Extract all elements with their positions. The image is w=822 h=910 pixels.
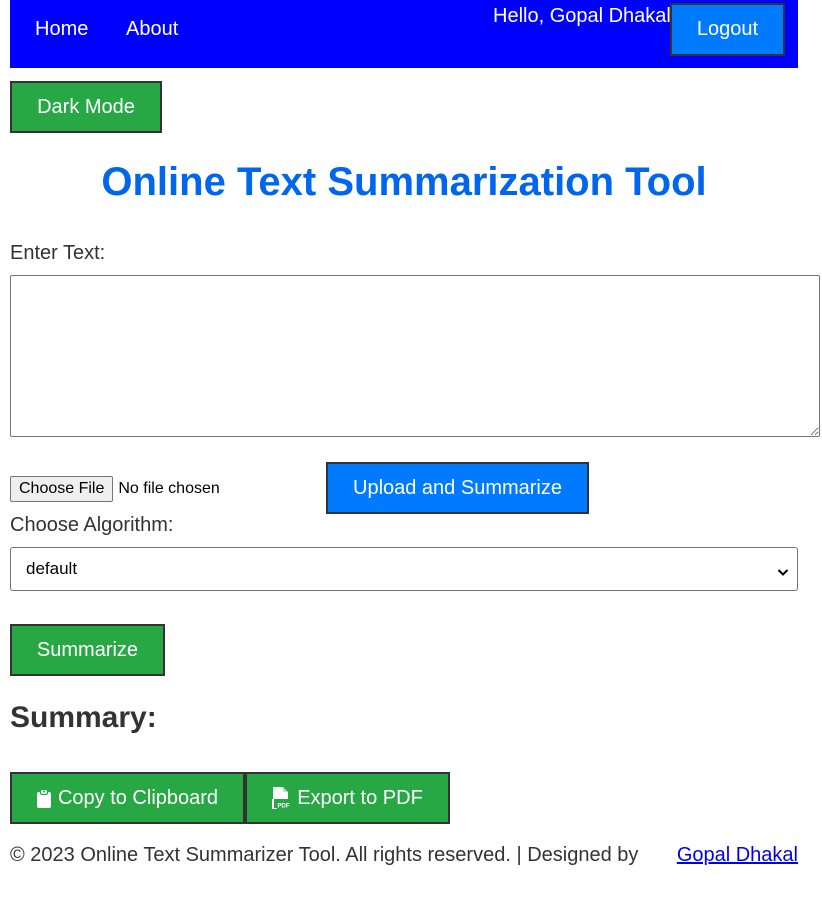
- summary-heading: Summary:: [10, 701, 157, 734]
- summarize-button[interactable]: Summarize: [10, 624, 165, 676]
- choose-file-button[interactable]: Choose File: [10, 476, 114, 502]
- copy-button-label: Copy to Clipboard: [57, 786, 219, 809]
- copy-to-clipboard-button[interactable]: Copy to Clipboard: [10, 772, 245, 824]
- file-pdf-icon: PDF: [272, 787, 290, 809]
- algorithm-selected-value: default: [26, 559, 78, 578]
- upload-summarize-button[interactable]: Upload and Summarize: [326, 462, 589, 514]
- nav-home-link[interactable]: Home: [35, 18, 88, 40]
- nav-about-link[interactable]: About: [126, 18, 178, 40]
- algorithm-select[interactable]: default: [10, 547, 798, 591]
- designer-link[interactable]: Gopal Dhakal: [677, 844, 798, 866]
- clipboard-icon: [36, 788, 51, 808]
- dark-mode-button[interactable]: Dark Mode: [10, 81, 162, 133]
- page: Home About Hello, Gopal Dhakal Logout Da…: [0, 0, 822, 910]
- footer: © 2023 Online Text Summarizer Tool. All …: [10, 844, 798, 868]
- file-status: No file chosen: [118, 480, 220, 497]
- svg-text:PDF: PDF: [278, 804, 290, 810]
- pdf-button-label: Export to PDF: [297, 786, 423, 809]
- page-title: Online Text Summarization Tool: [101, 160, 707, 204]
- user-greeting: Hello, Gopal Dhakal: [493, 5, 671, 27]
- navbar: Home About Hello, Gopal Dhakal Logout: [10, 0, 798, 68]
- enter-text-label: Enter Text:: [10, 242, 106, 264]
- text-input[interactable]: [10, 275, 820, 437]
- choose-algorithm-label: Choose Algorithm:: [10, 514, 174, 536]
- export-pdf-button[interactable]: PDF Export to PDF: [245, 772, 450, 824]
- file-picker: Choose File No file chosen: [10, 476, 220, 502]
- logout-button[interactable]: Logout: [670, 3, 785, 56]
- chevron-down-icon: [777, 563, 789, 576]
- footer-copyright: © 2023 Online Text Summarizer Tool. All …: [10, 844, 639, 866]
